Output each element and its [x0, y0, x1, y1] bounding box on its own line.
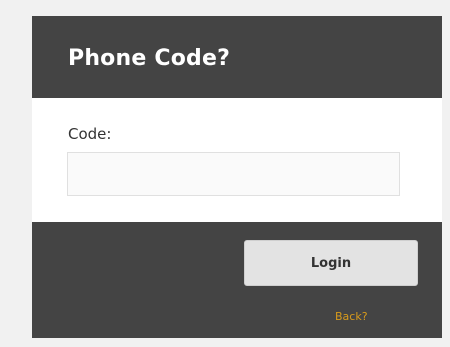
- dialog-title: Phone Code?: [68, 46, 231, 71]
- code-input[interactable]: [67, 152, 400, 196]
- dialog-header: Phone Code?: [32, 16, 442, 98]
- phone-code-dialog: Phone Code? Code: Login Back?: [32, 16, 442, 338]
- code-label: Code:: [68, 125, 112, 143]
- login-button[interactable]: Login: [244, 240, 418, 286]
- back-link[interactable]: Back?: [335, 309, 368, 325]
- dialog-footer: Login Back?: [32, 222, 442, 338]
- dialog-body: Code:: [32, 98, 442, 222]
